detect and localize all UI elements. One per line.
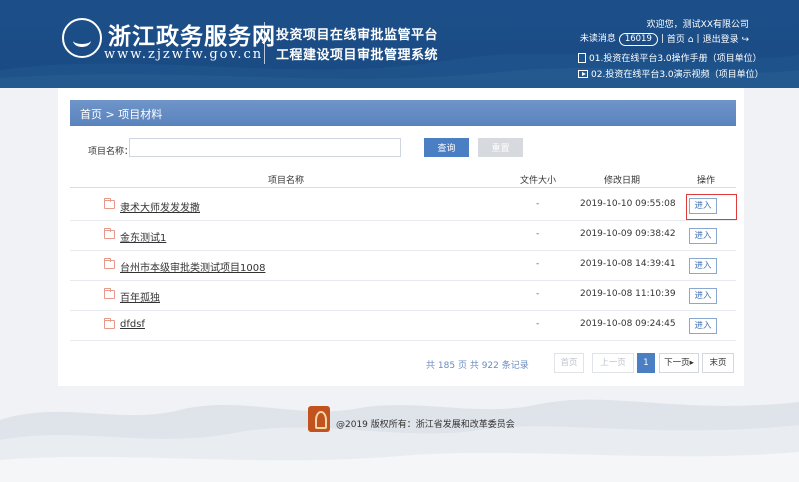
folder-icon <box>104 198 115 209</box>
logout-link[interactable]: 退出登录 ↪ <box>703 32 749 45</box>
video-icon <box>578 69 588 78</box>
logout-link-label: 退出登录 <box>702 35 739 45</box>
home-icon: ⌂ <box>687 35 694 45</box>
current-page-button[interactable]: 1 <box>637 353 655 373</box>
enter-button[interactable]: 进入 <box>689 318 717 334</box>
folder-icon <box>104 228 115 239</box>
folder-icon <box>104 258 115 269</box>
system-title-1: 投资项目在线审批监管平台 <box>276 28 439 43</box>
logout-icon: ↪ <box>741 35 749 45</box>
ndrc-emblem-icon <box>308 406 330 432</box>
site-header: 浙江政务服务网 www.zjzwfw.gov.cn 投资项目在线审批监管平台 工… <box>0 0 799 88</box>
unread-count-badge: 16019 <box>618 33 658 46</box>
separator: | <box>660 33 664 44</box>
column-header-date: 修改日期 <box>604 176 641 186</box>
folder-icon <box>104 318 115 329</box>
home-link-label: 首页 <box>666 35 685 45</box>
site-logo-title: 浙江政务服务网 <box>108 23 276 50</box>
next-page-label: 下一页 <box>664 358 690 368</box>
reset-button[interactable]: 重置 <box>478 138 523 157</box>
pages-label: 页 共 <box>457 361 479 371</box>
manual-link-2-label: 02.投资在线平台3.0演示视频（项目单位） <box>591 70 764 80</box>
manual-link-1[interactable]: 01.投资在线平台3.0操作手册（项目单位） <box>578 51 762 64</box>
total-records: 922 <box>481 361 499 371</box>
manual-link-2[interactable]: 02.投资在线平台3.0演示视频（项目单位） <box>578 67 764 80</box>
file-size: - <box>536 319 540 329</box>
table-row: 金东测试1 - 2019-10-09 09:38:42 进入 <box>70 221 736 251</box>
file-size: - <box>536 229 540 239</box>
copyright-text: @2019 版权所有：浙江省发展和改革委员会 <box>336 420 515 430</box>
records-label: 条记录 <box>501 361 529 371</box>
breadcrumb: 首页 > 项目材料 <box>70 100 736 126</box>
separator: | <box>696 33 700 44</box>
table-header: 项目名称 文件大小 修改日期 操作 <box>70 168 736 188</box>
zjzwfw-logo-icon <box>62 18 102 58</box>
welcome-text: 欢迎您，测试XX有限公司 <box>646 20 749 30</box>
site-logo-url: www.zjzwfw.gov.cn <box>104 47 264 62</box>
file-size: - <box>536 259 540 269</box>
first-page-button[interactable]: 首页 <box>554 353 584 373</box>
home-link[interactable]: 首页 ⌂ <box>667 32 694 45</box>
modified-date: 2019-10-09 09:38:42 <box>580 229 676 239</box>
modified-date: 2019-10-08 11:10:39 <box>580 289 676 299</box>
modified-date: 2019-10-08 14:39:41 <box>580 259 676 269</box>
search-label: 项目名称： <box>88 147 134 157</box>
project-name-link[interactable]: 隶术大师发发发撒 <box>120 199 200 214</box>
project-name-link[interactable]: dfdsf <box>120 319 145 330</box>
column-header-action: 操作 <box>697 176 716 186</box>
column-header-size: 文件大小 <box>520 176 557 186</box>
unread-messages-link[interactable]: 未读消息 16019 <box>580 31 658 46</box>
column-header-name: 项目名称 <box>268 176 305 186</box>
enter-button[interactable]: 进入 <box>689 198 717 214</box>
project-name-search-input[interactable] <box>129 138 401 157</box>
main-panel: 首页 > 项目材料 项目名称： 查询 重置 项目名称 文件大小 修改日期 操作 … <box>58 88 744 386</box>
table-row: 隶术大师发发发撒 - 2019-10-10 09:55:08 进入 <box>70 191 737 221</box>
enter-button[interactable]: 进入 <box>689 228 717 244</box>
query-button[interactable]: 查询 <box>424 138 469 157</box>
system-title-2: 工程建设项目审批管理系统 <box>276 48 439 63</box>
table-row: dfdsf - 2019-10-08 09:24:45 进入 <box>70 311 736 341</box>
total-pages: 185 <box>437 361 456 371</box>
table-row: 百年孤独 - 2019-10-08 11:10:39 进入 <box>70 281 736 311</box>
next-page-button[interactable]: 下一页▸ <box>659 353 699 373</box>
table-row: 台州市本级审批类测试项目1008 - 2019-10-08 14:39:41 进… <box>70 251 736 281</box>
pagination-info: 共 185 页 共 922 条记录 <box>426 358 529 371</box>
project-name-link[interactable]: 台州市本级审批类测试项目1008 <box>120 259 265 274</box>
enter-button[interactable]: 进入 <box>689 288 717 304</box>
total-prefix: 共 <box>426 361 436 371</box>
user-bar: 未读消息 16019 | 首页 ⌂ | 退出登录 ↪ <box>580 31 749 46</box>
file-size: - <box>536 289 540 299</box>
unread-label: 未读消息 <box>579 34 616 44</box>
header-divider <box>264 22 265 64</box>
project-name-link[interactable]: 百年孤独 <box>120 289 160 304</box>
prev-page-button[interactable]: 上一页 <box>592 353 634 373</box>
file-size: - <box>536 199 540 209</box>
caret-right-icon: ▸ <box>689 358 694 368</box>
last-page-button[interactable]: 末页 <box>702 353 734 373</box>
project-name-link[interactable]: 金东测试1 <box>120 229 166 244</box>
document-icon <box>578 52 586 63</box>
enter-button[interactable]: 进入 <box>689 258 717 274</box>
folder-icon <box>104 288 115 299</box>
breadcrumb-text: 首页 > 项目材料 <box>80 108 163 121</box>
mountain-background-decoration <box>0 399 799 482</box>
modified-date: 2019-10-08 09:24:45 <box>580 319 676 329</box>
modified-date: 2019-10-10 09:55:08 <box>580 199 676 209</box>
manual-link-1-label: 01.投资在线平台3.0操作手册（项目单位） <box>589 54 762 64</box>
